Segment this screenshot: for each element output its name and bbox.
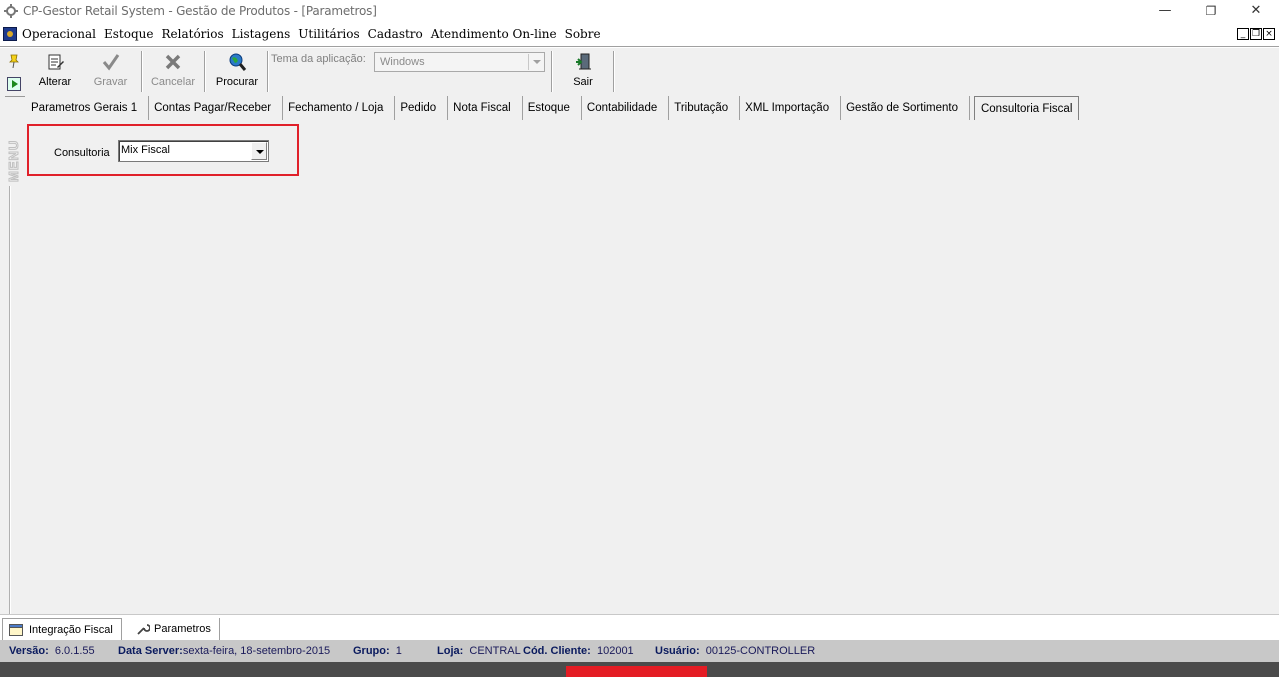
loja-label: Loja: bbox=[437, 645, 464, 657]
gravar-button[interactable]: Gravar bbox=[88, 49, 133, 92]
parameter-tabs: Parametros Gerais 1 Contas Pagar/Receber… bbox=[26, 96, 1080, 120]
red-indicator-bar bbox=[566, 666, 707, 677]
bottom-strip bbox=[0, 662, 1279, 677]
mdi-window-buttons: _ ❐ × bbox=[1237, 28, 1275, 40]
go-icon[interactable] bbox=[7, 77, 21, 91]
task-tab-parametros[interactable]: Parametros bbox=[122, 618, 220, 640]
strip-vertical-line bbox=[9, 136, 11, 616]
menubar-divider bbox=[0, 46, 1279, 48]
status-bar: Versão: 6.0.1.55 Data Server:sexta-feira… bbox=[0, 640, 1279, 662]
mdi-close-button[interactable]: × bbox=[1263, 28, 1275, 40]
menu-relatorios[interactable]: Relatórios bbox=[162, 27, 224, 41]
alterar-button[interactable]: Alterar bbox=[30, 49, 80, 92]
grupo-value: 1 bbox=[395, 645, 402, 657]
task-tab-integracao-fiscal[interactable]: Integração Fiscal bbox=[2, 618, 122, 640]
maximize-button[interactable]: ❐ bbox=[1188, 0, 1234, 23]
menu-operacional[interactable]: Operacional bbox=[22, 27, 96, 41]
tab-nota-fiscal[interactable]: Nota Fiscal bbox=[448, 96, 523, 120]
procurar-button[interactable]: Procurar bbox=[212, 49, 262, 92]
close-button[interactable]: ✕ bbox=[1233, 0, 1279, 23]
window-title: CP-Gestor Retail System - Gestão de Prod… bbox=[23, 4, 377, 18]
toolbar-separator bbox=[613, 51, 615, 92]
toolbar-separator bbox=[204, 51, 206, 92]
tab-tributacao[interactable]: Tributação bbox=[669, 96, 741, 120]
wrench-icon bbox=[137, 624, 150, 635]
tab-estoque[interactable]: Estoque bbox=[523, 96, 582, 120]
status-grupo: Grupo: 1 bbox=[353, 645, 402, 657]
cancelar-label: Cancelar bbox=[150, 76, 196, 88]
theme-select-value: Windows bbox=[380, 56, 425, 68]
menu-items: Operacional Estoque Relatórios Listagens… bbox=[22, 27, 609, 41]
tab-gestao-de-sortimento[interactable]: Gestão de Sortimento bbox=[841, 96, 970, 120]
consultoria-label: Consultoria bbox=[54, 147, 110, 159]
left-menu-strip: MENU bbox=[0, 48, 26, 616]
data-server-label: Data Server: bbox=[118, 645, 183, 657]
toolbar-separator bbox=[551, 51, 553, 92]
tab-parametros-gerais-1[interactable]: Parametros Gerais 1 bbox=[26, 96, 150, 120]
status-cod-cliente: Cód. Cliente: 102001 bbox=[523, 645, 634, 657]
pin-icon[interactable] bbox=[8, 54, 20, 68]
menu-utilitarios[interactable]: Utilitários bbox=[298, 27, 359, 41]
gravar-label: Gravar bbox=[93, 76, 128, 88]
grupo-label: Grupo: bbox=[353, 645, 390, 657]
usuario-value: 00125-CONTROLLER bbox=[705, 645, 816, 657]
window-note-icon bbox=[9, 624, 23, 636]
mdi-restore-button[interactable]: ❐ bbox=[1250, 28, 1262, 40]
checkmark-icon bbox=[102, 54, 119, 71]
tab-content-panel: Consultoria Mix Fiscal bbox=[26, 121, 1279, 614]
tab-contabilidade[interactable]: Contabilidade bbox=[582, 96, 670, 120]
tab-consultoria-fiscal[interactable]: Consultoria Fiscal bbox=[973, 96, 1080, 120]
menu-bar: Operacional Estoque Relatórios Listagens… bbox=[0, 23, 1279, 46]
menu-cadastro[interactable]: Cadastro bbox=[368, 27, 423, 41]
tab-pedido[interactable]: Pedido bbox=[395, 96, 449, 120]
tab-contas-pagar-receber[interactable]: Contas Pagar/Receber bbox=[149, 96, 284, 120]
menu-listagens[interactable]: Listagens bbox=[232, 27, 291, 41]
search-globe-icon bbox=[229, 53, 247, 71]
exit-door-icon bbox=[576, 53, 591, 70]
status-data-server: Data Server:sexta-feira, 18-setembro-201… bbox=[118, 645, 330, 657]
sair-button[interactable]: Sair bbox=[561, 49, 605, 92]
minimize-button[interactable]: — bbox=[1142, 0, 1188, 23]
cancel-x-icon bbox=[165, 54, 181, 70]
versao-label: Versão: bbox=[9, 645, 49, 657]
theme-select[interactable]: Windows bbox=[374, 52, 545, 72]
mdi-task-tabs: Integração Fiscal Parametros bbox=[0, 614, 1279, 640]
cod-cliente-value: 102001 bbox=[596, 645, 634, 657]
chevron-down-icon[interactable] bbox=[528, 54, 543, 70]
mdi-minimize-button[interactable]: _ bbox=[1237, 28, 1249, 40]
task-tab-label: Integração Fiscal bbox=[29, 624, 113, 636]
sair-label: Sair bbox=[573, 76, 593, 88]
menu-sobre[interactable]: Sobre bbox=[565, 27, 601, 41]
theme-label: Tema da aplicação: bbox=[271, 53, 366, 65]
title-bar: CP-Gestor Retail System - Gestão de Prod… bbox=[0, 0, 1279, 23]
vertical-menu-label[interactable]: MENU bbox=[6, 136, 22, 186]
consultoria-select[interactable]: Mix Fiscal bbox=[118, 140, 269, 162]
strip-divider bbox=[5, 96, 25, 97]
menu-atendimento-online[interactable]: Atendimento On-line bbox=[431, 27, 557, 41]
toolbar: Alterar Gravar Cancelar Procurar Tema da… bbox=[30, 49, 620, 92]
data-server-value: sexta-feira, 18-setembro-2015 bbox=[182, 645, 331, 657]
status-versao: Versão: 6.0.1.55 bbox=[9, 645, 95, 657]
tab-xml-importacao[interactable]: XML Importação bbox=[740, 96, 842, 120]
loja-value: CENTRAL bbox=[469, 645, 521, 657]
procurar-label: Procurar bbox=[215, 76, 259, 88]
versao-value: 6.0.1.55 bbox=[54, 645, 95, 657]
alterar-label: Alterar bbox=[38, 76, 72, 88]
menu-estoque[interactable]: Estoque bbox=[104, 27, 153, 41]
cancelar-button[interactable]: Cancelar bbox=[148, 49, 198, 92]
status-usuario: Usuário: 00125-CONTROLLER bbox=[655, 645, 815, 657]
toolbar-separator bbox=[141, 51, 143, 92]
usuario-label: Usuário: bbox=[655, 645, 700, 657]
tab-fechamento-loja[interactable]: Fechamento / Loja bbox=[283, 96, 396, 120]
task-tab-label: Parametros bbox=[154, 623, 211, 635]
app-gear-icon bbox=[4, 4, 18, 18]
cod-cliente-label: Cód. Cliente: bbox=[523, 645, 591, 657]
toolbar-separator bbox=[267, 51, 269, 92]
status-loja: Loja: CENTRAL bbox=[437, 645, 521, 657]
consultoria-select-value: Mix Fiscal bbox=[121, 144, 170, 156]
edit-document-icon bbox=[48, 54, 64, 70]
system-menu-icon[interactable] bbox=[3, 27, 17, 41]
chevron-down-icon[interactable] bbox=[251, 142, 267, 160]
